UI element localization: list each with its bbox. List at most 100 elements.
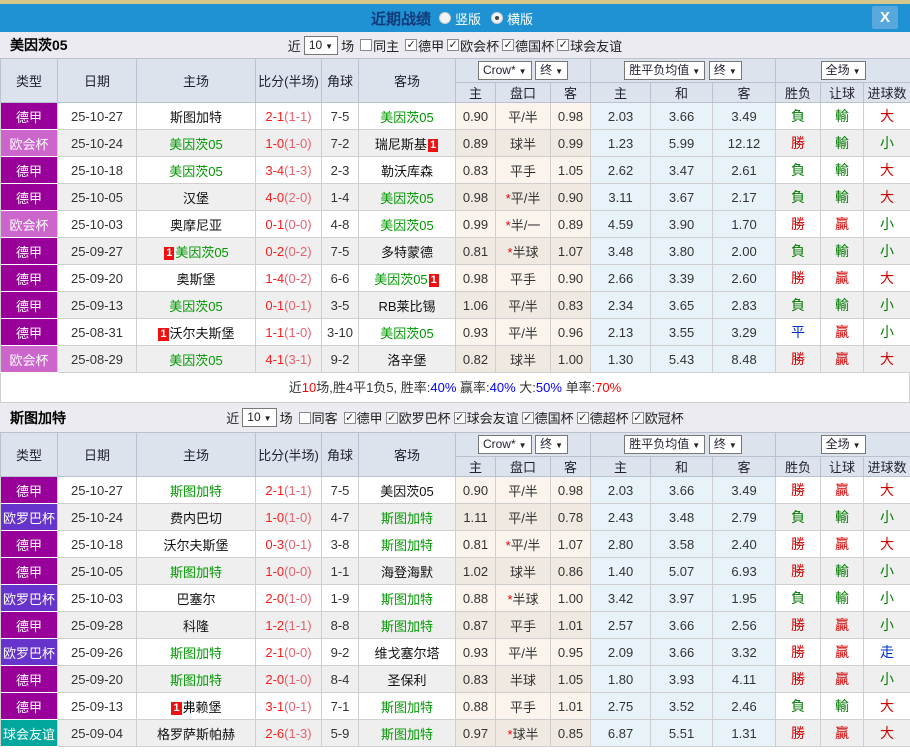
- match-score: 4-0(2-0): [255, 183, 322, 211]
- rounds-select[interactable]: 10 ▼: [242, 408, 277, 427]
- league-filter-label: 欧冠杯: [644, 411, 684, 426]
- mean-home-odds: 3.42: [590, 584, 652, 612]
- home-odds: 0.83: [455, 665, 496, 693]
- mean-dropdown[interactable]: 胜平负均值 ▼: [624, 61, 706, 80]
- checkbox-checked-icon[interactable]: ✓: [385, 411, 398, 424]
- match-row: 欧罗巴杯 25-10-03 巴塞尔 2-0(1-0) 1-9 斯图加特 0.88 *半球 1.0…: [0, 584, 910, 612]
- handicap-outcome: 輸: [820, 503, 865, 531]
- mean-group-header: 胜平负均值 ▼ 终 ▼: [590, 58, 777, 83]
- checkbox-checked-icon[interactable]: ✓: [453, 411, 466, 424]
- same-side-filter[interactable]: 同主: [360, 36, 399, 55]
- checkbox-checked-icon[interactable]: ✓: [405, 39, 418, 51]
- self-team-name: 斯图加特: [358, 503, 456, 531]
- same-side-filter[interactable]: 同客: [298, 408, 338, 427]
- checkbox-checked-icon[interactable]: ✓: [557, 39, 570, 51]
- handicap-outcome: 贏: [820, 476, 865, 504]
- league-filter-德国杯[interactable]: ✓ 德国杯: [521, 408, 574, 427]
- self-team-name: 斯图加特: [358, 719, 456, 747]
- league-filter-欧冠杯[interactable]: ✓ 欧冠杯: [631, 408, 684, 427]
- team2-section-header: 近 10 ▼ 场 同客 ✓ 德甲 ✓ 欧罗巴杯 ✓ 球会友谊 ✓ 德国杯 ✓ 德超杯 ✓ 欧冠杯 斯图加…: [0, 403, 910, 432]
- league-filter-欧会杯[interactable]: ✓ 欧会杯: [447, 36, 499, 55]
- rounds-select[interactable]: 10 ▼: [303, 35, 339, 55]
- checkbox-checked-icon[interactable]: ✓: [343, 411, 356, 424]
- odds-company-dropdown[interactable]: Crow* ▼: [477, 61, 532, 80]
- odds-company-dropdown[interactable]: Crow* ▼: [477, 435, 532, 454]
- league-filter-球会友谊[interactable]: ✓ 球会友谊: [557, 36, 622, 55]
- away-odds: 1.07: [549, 530, 592, 558]
- checkbox-checked-icon[interactable]: ✓: [631, 411, 644, 424]
- match-score: 2-1(1-1): [255, 476, 322, 504]
- subheader-mean-away: 客: [712, 82, 777, 103]
- checkbox-checked-icon[interactable]: ✓: [447, 39, 460, 51]
- red-card-badge: 1: [164, 246, 175, 260]
- mean-final-dropdown[interactable]: 终 ▼: [708, 61, 742, 80]
- handicap-outcome: 贏: [820, 345, 865, 373]
- opponent-team-name: 勒沃库森: [358, 156, 456, 184]
- opponent-team-name: 1 沃尔夫斯堡: [136, 318, 256, 346]
- mean-dropdown[interactable]: 胜平负均值 ▼: [624, 435, 706, 454]
- handicap-line: *半球: [495, 237, 551, 265]
- league-filter-德超杯[interactable]: ✓ 德超杯: [576, 408, 629, 427]
- corner-count: 1-1: [321, 557, 359, 585]
- mean-draw-odds: 5.07: [650, 557, 714, 585]
- home-odds: 0.87: [455, 611, 496, 639]
- mean-home-odds: 1.30: [590, 345, 652, 373]
- scope-dropdown[interactable]: 全场 ▼: [820, 435, 866, 454]
- horizontal-layout-radio[interactable]: [491, 12, 503, 24]
- team-name: 维戈塞尔塔: [374, 645, 440, 661]
- checkbox-checked-icon[interactable]: ✓: [576, 411, 589, 424]
- handicap-line: *半/一: [495, 210, 551, 238]
- league-filter-德甲[interactable]: ✓ 德甲: [343, 408, 383, 427]
- match-score: 0-2(0-2): [255, 237, 322, 265]
- close-icon[interactable]: X: [872, 6, 898, 29]
- league-filter-label: 欧会杯: [460, 38, 500, 54]
- fulltime-score: 2-0: [265, 590, 285, 606]
- vertical-layout-radio[interactable]: [438, 12, 451, 24]
- match-type-badge: 欧会杯: [0, 345, 58, 373]
- home-odds: 0.93: [455, 638, 496, 666]
- opponent-team-name: 格罗萨斯帕赫: [136, 719, 256, 747]
- goals-outcome: 大: [863, 476, 910, 504]
- checkbox-unchecked-icon[interactable]: [298, 411, 311, 424]
- fulltime-score: 0-3: [265, 536, 285, 552]
- odds-final-dropdown[interactable]: 终 ▼: [535, 61, 569, 80]
- checkbox-unchecked-icon[interactable]: [360, 39, 373, 51]
- result-outcome: 勝: [775, 530, 822, 558]
- fulltime-score: 2-1: [265, 108, 285, 124]
- halftime-score: (3-1): [284, 351, 312, 367]
- opponent-team-name: 科隆: [136, 611, 256, 639]
- handicap-line: 平/半: [495, 638, 551, 666]
- checkbox-checked-icon[interactable]: ✓: [502, 39, 515, 51]
- result-outcome: 負: [775, 156, 822, 184]
- checkbox-checked-icon[interactable]: ✓: [521, 411, 534, 424]
- mean-final-dropdown[interactable]: 终 ▼: [708, 435, 742, 454]
- league-filter-德国杯[interactable]: ✓ 德国杯: [502, 36, 554, 55]
- chevron-down-icon: ▼: [692, 441, 701, 450]
- match-row: 德甲 25-09-27 1 美因茨05 0-2(0-2) 7-5 多特蒙德 0.81 *半球 1.…: [0, 237, 910, 265]
- scope-dropdown[interactable]: 全场 ▼: [820, 61, 866, 80]
- team-name: 美因茨05: [380, 109, 434, 125]
- match-date: 25-09-28: [57, 611, 137, 639]
- odds-final-dropdown[interactable]: 终 ▼: [535, 435, 569, 454]
- league-filter-德甲[interactable]: ✓ 德甲: [405, 36, 444, 55]
- team-name: 斯图加特: [169, 672, 222, 688]
- goals-outcome: 小: [863, 210, 910, 238]
- match-date: 25-08-31: [57, 318, 137, 346]
- match-row: 德甲 25-09-20 斯图加特 2-0(1-0) 8-4 圣保利 0.83 半球 1.05 1.…: [0, 665, 910, 693]
- match-type-badge: 德甲: [0, 264, 58, 292]
- subheader-mean-away: 客: [712, 456, 777, 477]
- league-filter-label: 德甲: [356, 411, 383, 426]
- opponent-team-name: 沃尔夫斯堡: [136, 530, 256, 558]
- odds-group-header: Crow* ▼ 终 ▼: [454, 58, 592, 83]
- match-date: 25-10-03: [57, 584, 137, 612]
- league-filter-球会友谊[interactable]: ✓ 球会友谊: [453, 408, 519, 427]
- league-filter-欧罗巴杯[interactable]: ✓ 欧罗巴杯: [385, 408, 451, 427]
- corner-count: 8-8: [321, 611, 359, 639]
- mean-away-odds: 3.32: [712, 638, 777, 666]
- league-filter-label: 德超杯: [589, 411, 629, 426]
- home-odds: 0.98: [455, 183, 496, 211]
- self-team-name: 斯图加特: [358, 584, 456, 612]
- team-name: 美因茨05: [380, 190, 434, 206]
- match-type-badge: 欧罗巴杯: [0, 584, 58, 612]
- handicap-outcome: 贏: [820, 318, 865, 346]
